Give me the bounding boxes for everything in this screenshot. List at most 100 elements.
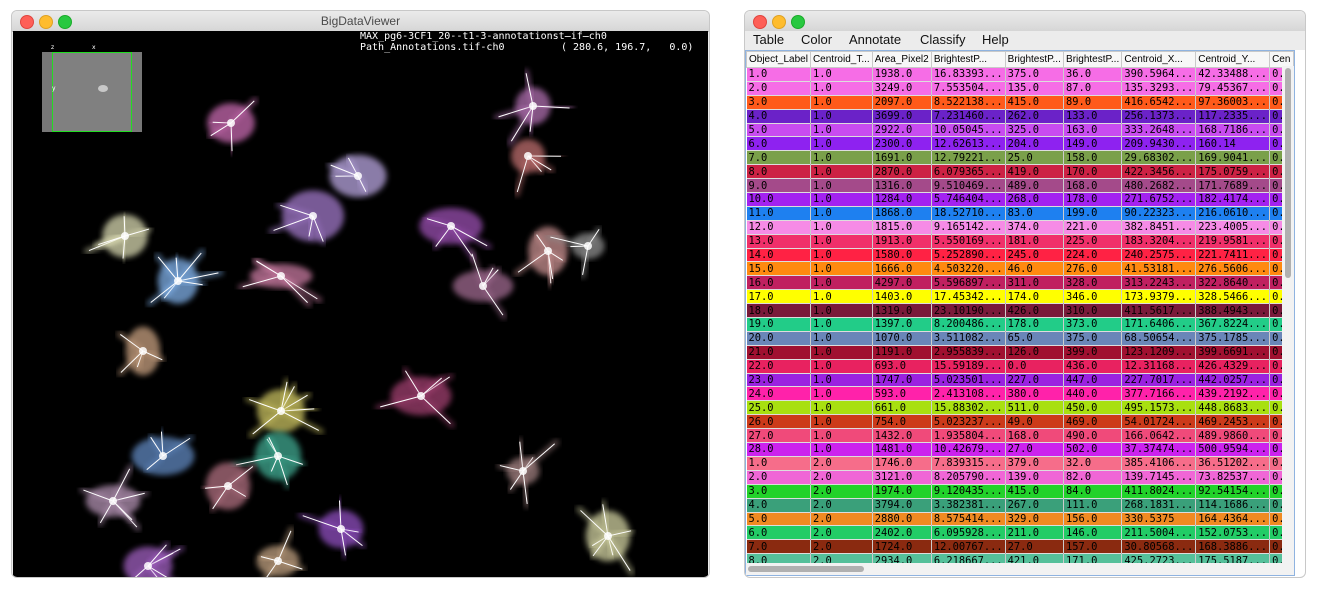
table-cell[interactable]: 1.0	[810, 164, 873, 180]
table-row[interactable]: 25.0 1.0 661.0 15.88302... 511.0 450.0 495.157…	[746, 400, 1294, 416]
table-cell[interactable]: 3249.0	[872, 81, 932, 96]
table-cell[interactable]: 27.0	[746, 428, 811, 444]
table-cell[interactable]: 12.62613...	[931, 136, 1006, 152]
table-row[interactable]: 21.0 1.0 1191.0 2.955839... 126.0 399.0 123.12…	[746, 345, 1294, 360]
table-cell[interactable]: 178.0	[1063, 192, 1123, 207]
table-cell[interactable]: 227.0	[1005, 373, 1065, 388]
table-cell[interactable]: 313.2243...	[1121, 275, 1197, 291]
table-cell[interactable]: 1.0	[810, 136, 873, 152]
table-row[interactable]: 13.0 1.0 1913.0 5.550169... 181.0 225.0 183.32…	[746, 234, 1294, 249]
table-cell[interactable]: 333.2648...	[1121, 123, 1197, 138]
table-cell[interactable]: 27.0	[1005, 539, 1065, 555]
table-row[interactable]: 4.0 2.0 3794.0 3.382381... 267.0 111.0 268.183…	[746, 498, 1294, 513]
table-cell[interactable]: 245.0	[1005, 248, 1065, 263]
table-row[interactable]: 1.0 2.0 1746.0 7.839315... 379.0 32.0 385.4106…	[746, 456, 1294, 471]
table-cell[interactable]: 146.0	[1063, 525, 1123, 541]
table-cell[interactable]: 168.3886...	[1195, 539, 1271, 555]
table-cell[interactable]: 2.0	[810, 498, 873, 513]
table-cell[interactable]: 199.0	[1063, 206, 1123, 221]
table-cell[interactable]: 209.9430...	[1121, 136, 1197, 152]
table-row[interactable]: 4.0 1.0 3699.0 7.231460... 262.0 133.0 256.137…	[746, 109, 1294, 124]
table-cell[interactable]: 310.0	[1063, 303, 1123, 319]
table-cell[interactable]: 32.0	[1063, 456, 1123, 471]
table-cell[interactable]: 2402.0	[872, 525, 932, 541]
table-cell[interactable]: 16.83393...	[931, 67, 1006, 82]
table-row[interactable]: 9.0 1.0 1316.0 9.510469... 489.0 168.0 480.268…	[746, 178, 1294, 194]
horizontal-scrollbar[interactable]	[746, 563, 1294, 575]
column-header[interactable]: Centroid_X...	[1121, 51, 1197, 68]
table-cell[interactable]: 182.4174...	[1195, 192, 1271, 207]
table-cell[interactable]: 411.5617...	[1121, 303, 1197, 319]
table-cell[interactable]: 1.0	[810, 67, 873, 82]
table-cell[interactable]: 1.0	[810, 95, 873, 110]
table-cell[interactable]: 9.0	[746, 178, 811, 194]
table-titlebar[interactable]	[745, 11, 1305, 32]
table-cell[interactable]: 114.1686...	[1195, 498, 1271, 513]
table-cell[interactable]: 1070.0	[872, 331, 932, 346]
table-cell[interactable]: 21.0	[746, 345, 811, 360]
table-cell[interactable]: 12.79221...	[931, 150, 1006, 166]
table-cell[interactable]: 440.0	[1063, 386, 1123, 402]
table-cell[interactable]: 2.955839...	[931, 345, 1006, 360]
column-header[interactable]: BrightestP...	[1004, 51, 1065, 68]
table-cell[interactable]: 163.0	[1063, 123, 1123, 138]
table-cell[interactable]: 276.5606...	[1195, 261, 1271, 277]
table-cell[interactable]: 65.0	[1005, 331, 1065, 346]
table-cell[interactable]: 450.0	[1063, 400, 1123, 416]
table-cell[interactable]: 6.079365...	[931, 164, 1006, 180]
table-cell[interactable]: 469.2453...	[1195, 414, 1271, 430]
table-cell[interactable]: 12.0	[746, 220, 811, 235]
table-cell[interactable]: 15.0	[746, 261, 811, 277]
table-cell[interactable]: 157.0	[1063, 539, 1123, 555]
table-cell[interactable]: 1.0	[810, 345, 873, 360]
menu-table[interactable]: Table	[753, 32, 784, 47]
table-cell[interactable]: 9.165142...	[931, 220, 1006, 235]
table-cell[interactable]: 3.0	[746, 484, 811, 499]
table-cell[interactable]: 24.0	[746, 386, 811, 402]
table-row[interactable]: 3.0 2.0 1974.0 9.120435... 415.0 84.0 411.8024…	[746, 484, 1294, 499]
table-row[interactable]: 23.0 1.0 1747.0 5.023501... 227.0 447.0 227.70…	[746, 373, 1294, 388]
table-cell[interactable]: 1913.0	[872, 234, 932, 249]
table-cell[interactable]: 2880.0	[872, 512, 932, 527]
table-cell[interactable]: 152.0753...	[1195, 525, 1271, 541]
table-cell[interactable]: 126.0	[1005, 345, 1065, 360]
table-cell[interactable]: 221.0	[1063, 220, 1123, 235]
minimize-window-button[interactable]	[772, 15, 786, 29]
table-cell[interactable]: 139.0	[1005, 470, 1065, 485]
table-row[interactable]: 1.0 1.0 1938.0 16.83393... 375.0 36.0 390.5964…	[746, 67, 1294, 82]
table-cell[interactable]: 175.0759...	[1195, 164, 1271, 180]
table-cell[interactable]: 1.0	[810, 442, 873, 457]
navigation-minimap[interactable]	[42, 52, 142, 132]
table-cell[interactable]: 166.0642...	[1121, 428, 1197, 444]
table-cell[interactable]: 374.0	[1005, 220, 1065, 235]
table-cell[interactable]: 225.0	[1063, 234, 1123, 249]
table-cell[interactable]: 661.0	[872, 400, 932, 416]
table-cell[interactable]: 1691.0	[872, 150, 932, 166]
table-cell[interactable]: 3.382381...	[931, 498, 1006, 513]
table-cell[interactable]: 2.0	[746, 81, 811, 96]
table-cell[interactable]: 415.0	[1005, 484, 1065, 499]
table-cell[interactable]: 240.2575...	[1121, 248, 1197, 263]
table-cell[interactable]: 1316.0	[872, 178, 932, 194]
table-cell[interactable]: 268.1831...	[1121, 498, 1197, 513]
table-cell[interactable]: 448.8683...	[1195, 400, 1271, 416]
table-cell[interactable]: 168.0	[1005, 428, 1065, 444]
zoom-window-button[interactable]	[791, 15, 805, 29]
table-cell[interactable]: 168.7186...	[1195, 123, 1271, 138]
table-cell[interactable]: 87.0	[1063, 81, 1123, 96]
table-row[interactable]: 17.0 1.0 1403.0 17.45342... 174.0 346.0 173.93…	[746, 289, 1294, 305]
table-cell[interactable]: 1.0	[810, 206, 873, 221]
table-cell[interactable]: 169.9041...	[1195, 150, 1271, 166]
table-cell[interactable]: 5.252890...	[931, 248, 1006, 263]
table-cell[interactable]: 373.0	[1063, 317, 1123, 332]
table-row[interactable]: 27.0 1.0 1432.0 1.935804... 168.0 490.0 166.06…	[746, 428, 1294, 444]
table-row[interactable]: 5.0 2.0 2880.0 8.575414... 329.0 156.0 330.537…	[746, 512, 1294, 527]
table-cell[interactable]: 1.0	[810, 317, 873, 332]
table-cell[interactable]: 447.0	[1063, 373, 1123, 388]
table-cell[interactable]: 511.0	[1005, 400, 1065, 416]
table-cell[interactable]: 1.0	[810, 192, 873, 207]
table-cell[interactable]: 2.0	[810, 525, 873, 541]
table-cell[interactable]: 22.0	[746, 359, 811, 374]
table-cell[interactable]: 12.31168...	[1121, 359, 1197, 374]
table-row[interactable]: 8.0 1.0 2870.0 6.079365... 419.0 170.0 422.345…	[746, 164, 1294, 180]
